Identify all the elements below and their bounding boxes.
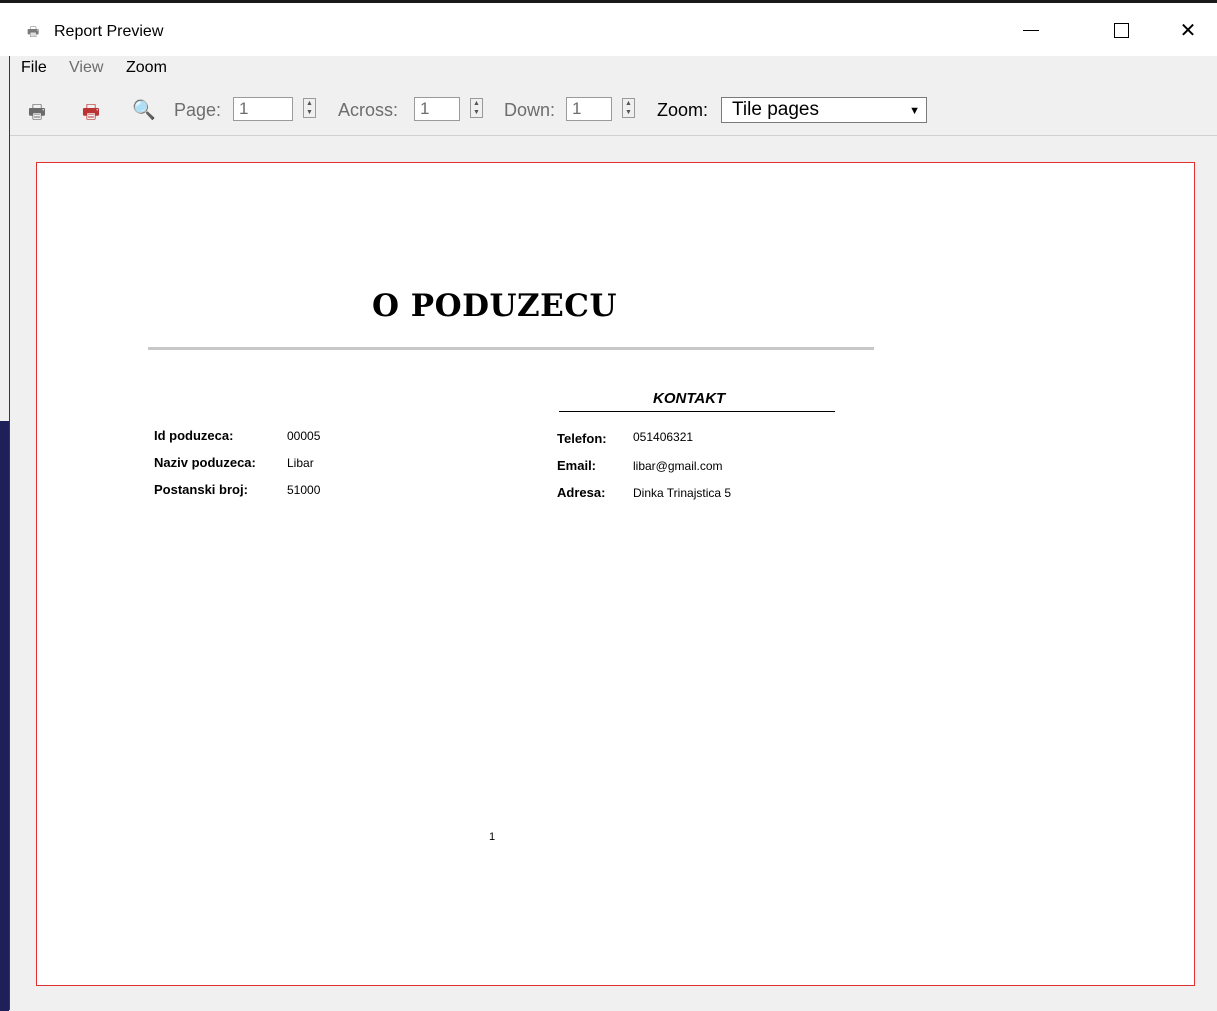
chevron-down-icon[interactable]: ▼ [909,99,920,123]
printer-icon: 🖶 [27,24,40,39]
window-title: Report Preview [54,23,164,40]
postal-code-label: Postanski broj: [154,482,248,497]
page-label: Page: [174,100,222,120]
kontakt-rule [559,411,835,412]
page-number: 1 [489,831,496,843]
title-bar: 🖶 Report Preview ✕ [0,0,1217,56]
menu-file[interactable]: File [21,59,47,77]
across-label: Across: [338,100,399,120]
maximize-icon [1113,22,1129,38]
company-name-value: Libar [287,456,314,470]
kontakt-heading: KONTAKT [653,390,726,407]
title-rule [148,347,874,350]
close-button[interactable]: ✕ [1165,15,1211,45]
email-label: Email: [557,458,597,473]
down-spinner[interactable]: 1 [566,97,612,121]
zoom-label: Zoom: [657,100,709,120]
toolbar: 🖶 🖶 🔍 Page: 1 ▲ ▼ Across: 1 ▲ ▼ Down: 1 ▲ ▼… [10,88,1217,132]
company-id-label: Id poduzeca: [154,428,234,443]
menu-zoom[interactable]: Zoom [126,59,167,77]
across-spinner[interactable]: 1 [414,97,460,121]
toolbar-separator [10,135,1217,136]
left-window-edge [0,56,10,1011]
address-value: Dinka Trinajstica 5 [633,486,732,500]
down-label: Down: [504,100,556,120]
maximize-button[interactable] [1098,15,1144,45]
email-value: libar@gmail.com [633,459,723,473]
zoom-select-value: Tile pages [732,99,819,120]
postal-code-value: 51000 [287,483,321,497]
down-spinner-arrows-icon[interactable]: ▲ ▼ [622,98,635,118]
phone-value: 051406321 [633,430,694,444]
minimize-button[interactable] [1008,15,1054,45]
report-title: O PODUZECU [372,288,617,324]
across-spinner-arrows-icon[interactable]: ▲ ▼ [470,98,483,118]
phone-label: Telefon: [557,431,607,446]
search-icon[interactable]: 🔍 [132,98,156,122]
address-label: Adresa: [557,485,606,500]
menu-view[interactable]: View [69,59,103,77]
close-icon: ✕ [1179,19,1197,42]
page-spinner[interactable]: 1 [233,97,293,121]
background-window-strip [0,421,9,1011]
company-id-value: 00005 [287,429,321,443]
company-name-label: Naziv poduzeca: [154,455,256,470]
close-preview-icon[interactable]: 🖶 [82,98,100,130]
page-spinner-arrows-icon[interactable]: ▲ ▼ [303,98,316,118]
print-icon[interactable]: 🖶 [28,98,46,130]
report-page: O PODUZECU KONTAKT Id poduzeca: 00005 Na… [36,162,1195,986]
zoom-select[interactable]: Tile pages ▼ [721,97,927,123]
minimize-icon [1023,29,1039,31]
